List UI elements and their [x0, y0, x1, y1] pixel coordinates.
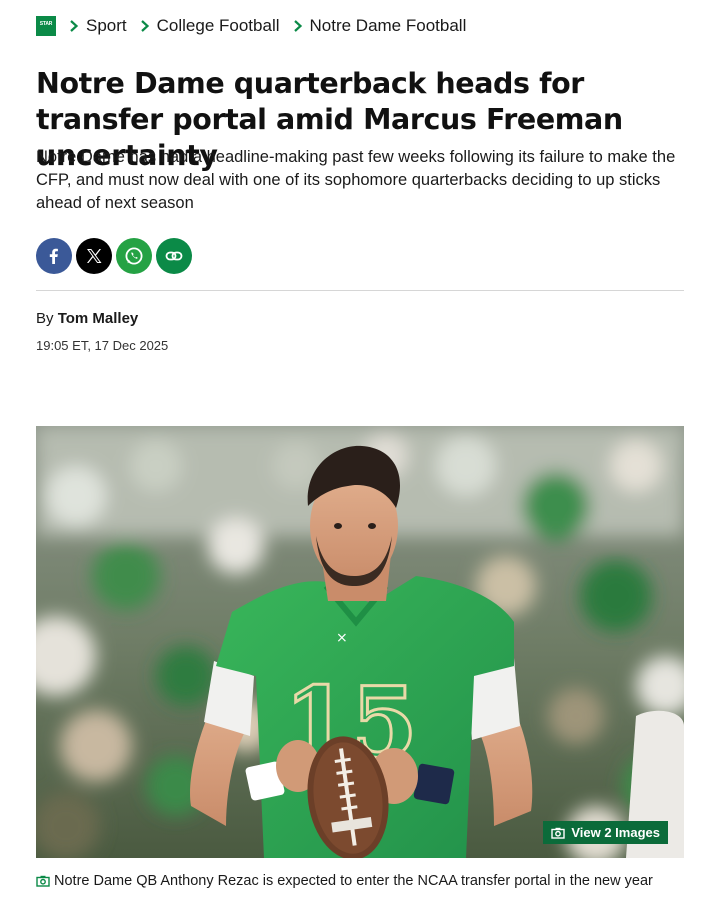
byline-prefix: By: [36, 310, 54, 327]
article-standfirst: Notre Dame has had a headline-making pas…: [36, 148, 676, 212]
breadcrumb-label[interactable]: Sport: [86, 16, 127, 36]
facebook-icon: [49, 248, 58, 264]
player-photo: ⨯ 15: [36, 426, 684, 858]
breadcrumb-item-college-football[interactable]: College Football: [137, 16, 280, 36]
divider: [36, 290, 684, 291]
breadcrumb-label[interactable]: College Football: [157, 16, 280, 36]
link-icon: [165, 251, 183, 261]
camera-icon: [36, 875, 50, 887]
copy-link-button[interactable]: [156, 238, 192, 274]
share-x-button[interactable]: [76, 238, 112, 274]
chevron-right-icon: [293, 20, 302, 32]
breadcrumb: STAR Sport College Football Notre Dame F…: [36, 14, 466, 38]
share-whatsapp-button[interactable]: [116, 238, 152, 274]
x-icon: [87, 249, 102, 263]
site-logo[interactable]: STAR: [36, 16, 56, 36]
image-caption: Notre Dame QB Anthony Rezac is expected …: [36, 872, 676, 891]
camera-icon: [551, 827, 566, 839]
whatsapp-icon: [125, 247, 143, 265]
byline: By Tom Malley: [36, 310, 138, 327]
hero-image[interactable]: ⨯ 15 View 2 Images: [36, 426, 684, 858]
share-facebook-button[interactable]: [36, 238, 72, 274]
chevron-right-icon: [140, 20, 149, 32]
publish-timestamp: 19:05 ET, 17 Dec 2025: [36, 338, 169, 353]
breadcrumb-item-notre-dame-football[interactable]: Notre Dame Football: [290, 16, 467, 36]
breadcrumb-item-sport[interactable]: Sport: [66, 16, 127, 36]
chevron-right-icon: [70, 20, 79, 32]
svg-text:⨯: ⨯: [336, 630, 348, 646]
author-link[interactable]: Tom Malley: [58, 310, 139, 327]
breadcrumb-label[interactable]: Notre Dame Football: [310, 16, 467, 36]
caption-text: Notre Dame QB Anthony Rezac is expected …: [54, 873, 653, 889]
view-images-button[interactable]: View 2 Images: [543, 821, 668, 844]
view-images-label: View 2 Images: [571, 825, 660, 840]
share-bar: [36, 238, 192, 274]
